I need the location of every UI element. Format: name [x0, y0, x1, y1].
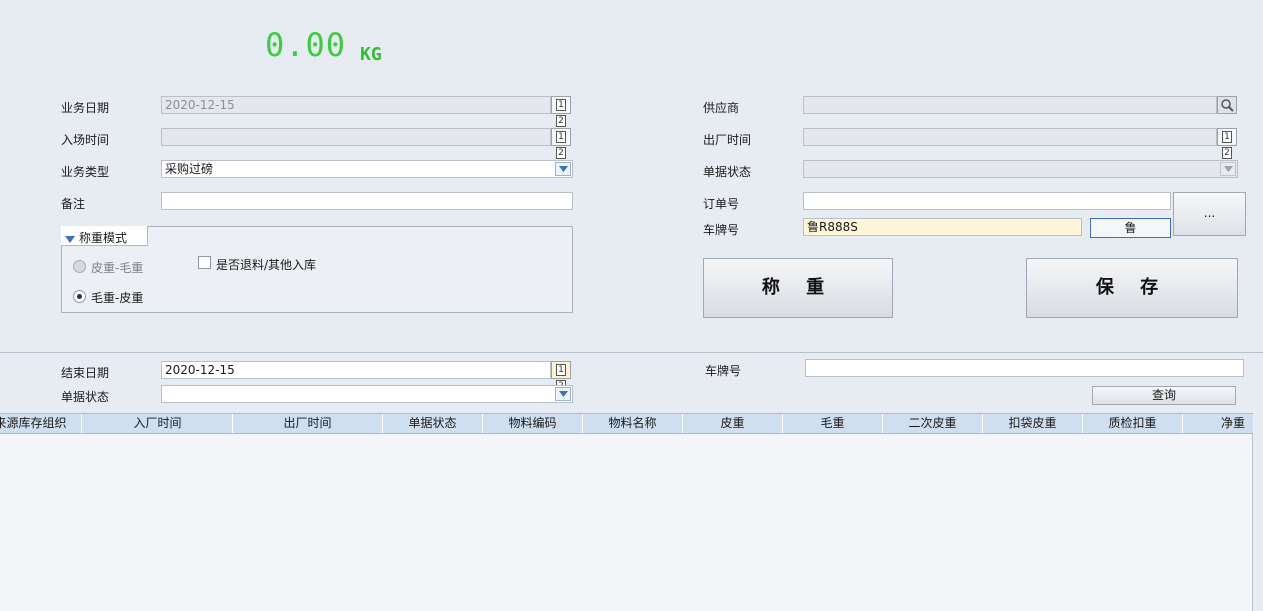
doc-status-select[interactable] [803, 160, 1238, 178]
column-header[interactable]: 毛重 [783, 414, 883, 433]
collapse-triangle-icon[interactable] [65, 232, 75, 246]
weigh-button[interactable]: 称 重 [703, 258, 893, 318]
business-type-dropdown-icon[interactable] [555, 162, 571, 176]
column-header[interactable]: 净重 [1183, 414, 1253, 433]
ellipsis-button[interactable]: ... [1173, 192, 1246, 236]
query-button[interactable]: 查询 [1092, 386, 1236, 405]
filter-plate-no-field[interactable] [805, 359, 1244, 377]
tare-gross-radio[interactable] [73, 260, 86, 273]
gross-tare-label: 毛重-皮重 [91, 291, 144, 305]
exit-time-calendar-icon[interactable]: 12 [1217, 128, 1237, 159]
end-date-calendar-icon[interactable]: 12 [551, 361, 571, 392]
tare-gross-label: 皮重-毛重 [91, 261, 144, 275]
section-divider [0, 352, 1263, 353]
filter-doc-status-select[interactable] [161, 385, 573, 403]
remark-field[interactable] [161, 192, 573, 210]
business-date-label: 业务日期 [61, 101, 110, 115]
grid-body[interactable] [0, 434, 1253, 611]
business-date-calendar-icon[interactable]: 12 [551, 96, 571, 127]
grid-header: 来源库存组织 入厂时间 出厂时间 单据状态 物料编码 物料名称 皮重 毛重 二次… [0, 413, 1253, 434]
column-header[interactable]: 出厂时间 [233, 414, 383, 433]
column-header[interactable]: 物料名称 [583, 414, 683, 433]
supplier-search-icon[interactable] [1217, 96, 1237, 114]
weigh-mode-title: 称重模式 [79, 231, 128, 245]
weight-unit: KG [360, 44, 382, 65]
column-header[interactable]: 入厂时间 [83, 414, 233, 433]
plate-no-label: 车牌号 [703, 223, 740, 237]
entry-time-calendar-icon[interactable]: 12 [551, 128, 571, 159]
business-date-field[interactable]: 2020-12-15 [161, 96, 551, 114]
column-header[interactable]: 来源库存组织 [0, 414, 82, 433]
column-header[interactable]: 扣袋皮重 [983, 414, 1083, 433]
order-no-field[interactable] [803, 192, 1171, 210]
exit-time-label: 出厂时间 [703, 133, 752, 147]
column-header[interactable]: 皮重 [683, 414, 783, 433]
gross-tare-radio[interactable] [73, 290, 86, 303]
plate-no-field[interactable]: 鲁R888S [803, 218, 1082, 236]
entry-time-field[interactable] [161, 128, 551, 146]
business-type-label: 业务类型 [61, 165, 110, 179]
column-header[interactable]: 单据状态 [383, 414, 483, 433]
column-header[interactable]: 物料编码 [483, 414, 583, 433]
province-button[interactable]: 鲁 [1090, 218, 1171, 238]
column-header[interactable]: 质检扣重 [1083, 414, 1183, 433]
filter-doc-status-label: 单据状态 [61, 390, 110, 404]
return-checkbox-label: 是否退料/其他入库 [216, 258, 317, 272]
end-date-label: 结束日期 [61, 366, 110, 380]
supplier-label: 供应商 [703, 101, 740, 115]
doc-status-label: 单据状态 [703, 165, 752, 179]
end-date-field[interactable]: 2020-12-15 [161, 361, 551, 379]
weigh-mode-header[interactable]: 称重模式 [61, 226, 148, 246]
save-button[interactable]: 保 存 [1026, 258, 1238, 318]
remark-label: 备注 [61, 197, 86, 211]
doc-status-dropdown-icon[interactable] [1220, 162, 1236, 176]
supplier-field[interactable] [803, 96, 1217, 114]
weight-value: 0.00 [265, 26, 347, 64]
business-type-select[interactable]: 采购过磅 [161, 160, 573, 178]
filter-doc-status-dropdown-icon[interactable] [555, 387, 571, 401]
entry-time-label: 入场时间 [61, 133, 110, 147]
column-header[interactable]: 二次皮重 [883, 414, 983, 433]
order-no-label: 订单号 [703, 197, 740, 211]
exit-time-field[interactable] [803, 128, 1217, 146]
filter-plate-no-label: 车牌号 [705, 364, 742, 378]
return-checkbox[interactable] [198, 256, 211, 269]
